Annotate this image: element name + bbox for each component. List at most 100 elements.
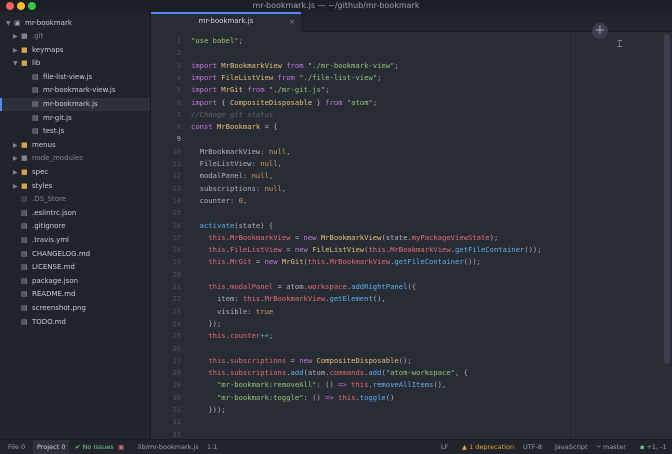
code-token: subscriptions: <box>191 183 265 193</box>
code-token: = <box>286 355 300 365</box>
line-number: 7 <box>176 110 181 119</box>
tree-file[interactable]: ▤ .DS_Store <box>0 193 150 206</box>
tree-item-label: mr-bookmark-view.js <box>43 86 116 95</box>
tree-folder[interactable]: ▼ ■ lib <box>0 57 150 70</box>
tree-folder[interactable]: ▶ ■ node_modules <box>0 152 150 165</box>
close-icon[interactable]: × <box>289 18 295 26</box>
code-token: toggle <box>359 392 386 402</box>
code-token: MrGit <box>229 257 252 267</box>
code-token: , <box>286 146 291 156</box>
folder-icon: ■ <box>21 45 28 54</box>
zoom-window-button[interactable] <box>28 2 36 10</box>
code-area[interactable]: "use babel"; import MrBookmarkView from "… <box>191 32 661 439</box>
code-token: getElement <box>329 294 373 304</box>
code-token: })); <box>191 405 226 414</box>
tree-item-label: file-list-view.js <box>43 72 93 81</box>
close-window-button[interactable] <box>6 2 14 10</box>
code-token: this <box>191 282 226 291</box>
line-number: 10 <box>172 147 181 156</box>
grammar[interactable]: JavaScript <box>555 440 588 454</box>
code-token: new <box>303 232 321 242</box>
chevron-right-icon: ▶ <box>13 46 18 54</box>
tree-file[interactable]: ▤ screenshot.png <box>0 302 150 315</box>
mouse-cursor-icon: ⌶ <box>617 40 623 50</box>
line-number: 30 <box>172 393 181 402</box>
line-ending[interactable]: LF <box>441 440 448 454</box>
line-number: 27 <box>172 356 181 365</box>
encoding[interactable]: UTF-8 <box>523 440 542 454</box>
check-icon: ✔ <box>75 443 81 451</box>
code-line: this.MrBookmarkView = new MrBookmarkView… <box>191 232 661 244</box>
chevron-right-icon: ▶ <box>13 33 18 40</box>
bug-icon[interactable]: ▣ <box>118 440 124 454</box>
line-number: 23 <box>172 307 181 316</box>
code-token: removeAllItems <box>372 380 434 390</box>
code-token: activate <box>191 220 235 230</box>
tree-folder[interactable]: ▶ ■ keymaps <box>0 44 150 57</box>
tree-item-label: test.js <box>43 127 65 136</box>
code-token: MrBookmarkView <box>229 232 291 242</box>
line-number: 13 <box>172 184 181 193</box>
tree-file[interactable]: ▤ mr-bookmark.js <box>0 98 150 111</box>
code-line: //Change git status <box>191 109 661 121</box>
folder-icon: ■ <box>21 59 28 68</box>
line-number: 31 <box>172 406 181 414</box>
tree-item-label: node_modules <box>32 154 83 163</box>
tree-folder[interactable]: ▶ ■ styles <box>0 180 150 193</box>
tree-item-label: .git <box>32 32 44 40</box>
linter-status[interactable]: ✔ No Issues <box>75 440 114 454</box>
code-token: "./file-list-view" <box>299 72 378 82</box>
linter-project-tab[interactable]: Project 0 <box>33 440 70 454</box>
code-token: new <box>264 257 282 267</box>
code-token: = <box>290 232 304 242</box>
tree-folder[interactable]: ▶ ■ spec <box>0 166 150 179</box>
tree-file[interactable]: ▤ CHANGELOG.md <box>0 248 150 261</box>
tree-file[interactable]: ▤ package.json <box>0 275 150 288</box>
tab-mr-bookmark[interactable]: mr-bookmark.js × <box>151 12 301 32</box>
tree-file[interactable]: ▤ .eslintrc.json <box>0 207 150 220</box>
code-line: import MrBookmarkView from "./mr-bookmar… <box>191 60 661 72</box>
tree-file[interactable]: ▤ README.md <box>0 288 150 301</box>
line-number: 9 <box>176 135 181 144</box>
minimize-window-button[interactable] <box>17 2 25 10</box>
code-token: const <box>191 122 217 132</box>
code-token: MrBookmarkView <box>329 257 391 267</box>
tree-file[interactable]: ▤ mr-git.js <box>0 112 150 125</box>
git-diff[interactable]: ▪ +1, -1 <box>640 440 667 454</box>
deprecation-status[interactable]: ▲ 1 deprecation <box>462 440 514 454</box>
line-number-gutter[interactable]: 1 2 3 4 5 6 7 8 9 10 11 12 13 14 15 16 17 18 19 20 21 22 23 24 2… <box>151 32 186 439</box>
tree-view[interactable]: ▼ ▣ mr-bookmark ▶ ■ .git ▶ ■ keymaps ▼ ■ lib ▤ fil… <box>0 12 151 439</box>
line-number: 28 <box>172 369 181 378</box>
code-token: workspace <box>307 282 347 291</box>
tree-root[interactable]: ▼ ▣ mr-bookmark <box>0 17 150 30</box>
tree-file[interactable]: ▤ file-list-view.js <box>0 71 150 84</box>
cursor-position[interactable]: 1:1 <box>207 440 217 454</box>
window-title: mr-bookmark.js — ~/github/mr-bookmark <box>252 1 420 10</box>
vertical-scrollbar[interactable] <box>664 34 670 364</box>
code-token: modalPanel: <box>191 171 252 181</box>
tree-folder[interactable]: ▶ ■ .git <box>0 30 150 43</box>
code-token: { <box>221 97 230 107</box>
tree-file[interactable]: ▤ .travis.yml <box>0 234 150 247</box>
file-path[interactable]: lib/mr-bookmark.js <box>138 440 199 454</box>
tree-file[interactable]: ▤ mr-bookmark-view.js <box>0 84 150 97</box>
code-token: "./mr-git.js" <box>268 85 326 95</box>
code-token: , <box>268 171 274 181</box>
code-line: MrBookmarkView: null, <box>191 146 661 158</box>
text-editor[interactable]: 1 2 3 4 5 6 7 8 9 10 11 12 13 14 15 16 17 18 19 20 21 22 23 24 2… <box>151 32 672 439</box>
code-token: this <box>191 355 226 365</box>
code-token: this <box>191 368 226 378</box>
linter-file-tab[interactable]: File 0 <box>8 440 25 454</box>
tree-file[interactable]: ▤ .gitignore <box>0 220 150 233</box>
add-icon[interactable]: + <box>592 23 608 39</box>
code-token: "mr-bookmark:toggle" <box>191 392 304 402</box>
tree-file[interactable]: ▤ LICENSE.md <box>0 261 150 274</box>
tree-file[interactable]: ▤ test.js <box>0 125 150 138</box>
code-token: this <box>191 331 226 341</box>
file-icon: ▤ <box>21 236 28 244</box>
tree-item-label: LICENSE.md <box>32 263 75 272</box>
code-token: //Change git status <box>191 109 274 119</box>
tree-folder[interactable]: ▶ ■ menus <box>0 139 150 152</box>
git-branch[interactable]: ⑂ master <box>597 440 626 454</box>
tree-file[interactable]: ▤ TODO.md <box>0 316 150 329</box>
